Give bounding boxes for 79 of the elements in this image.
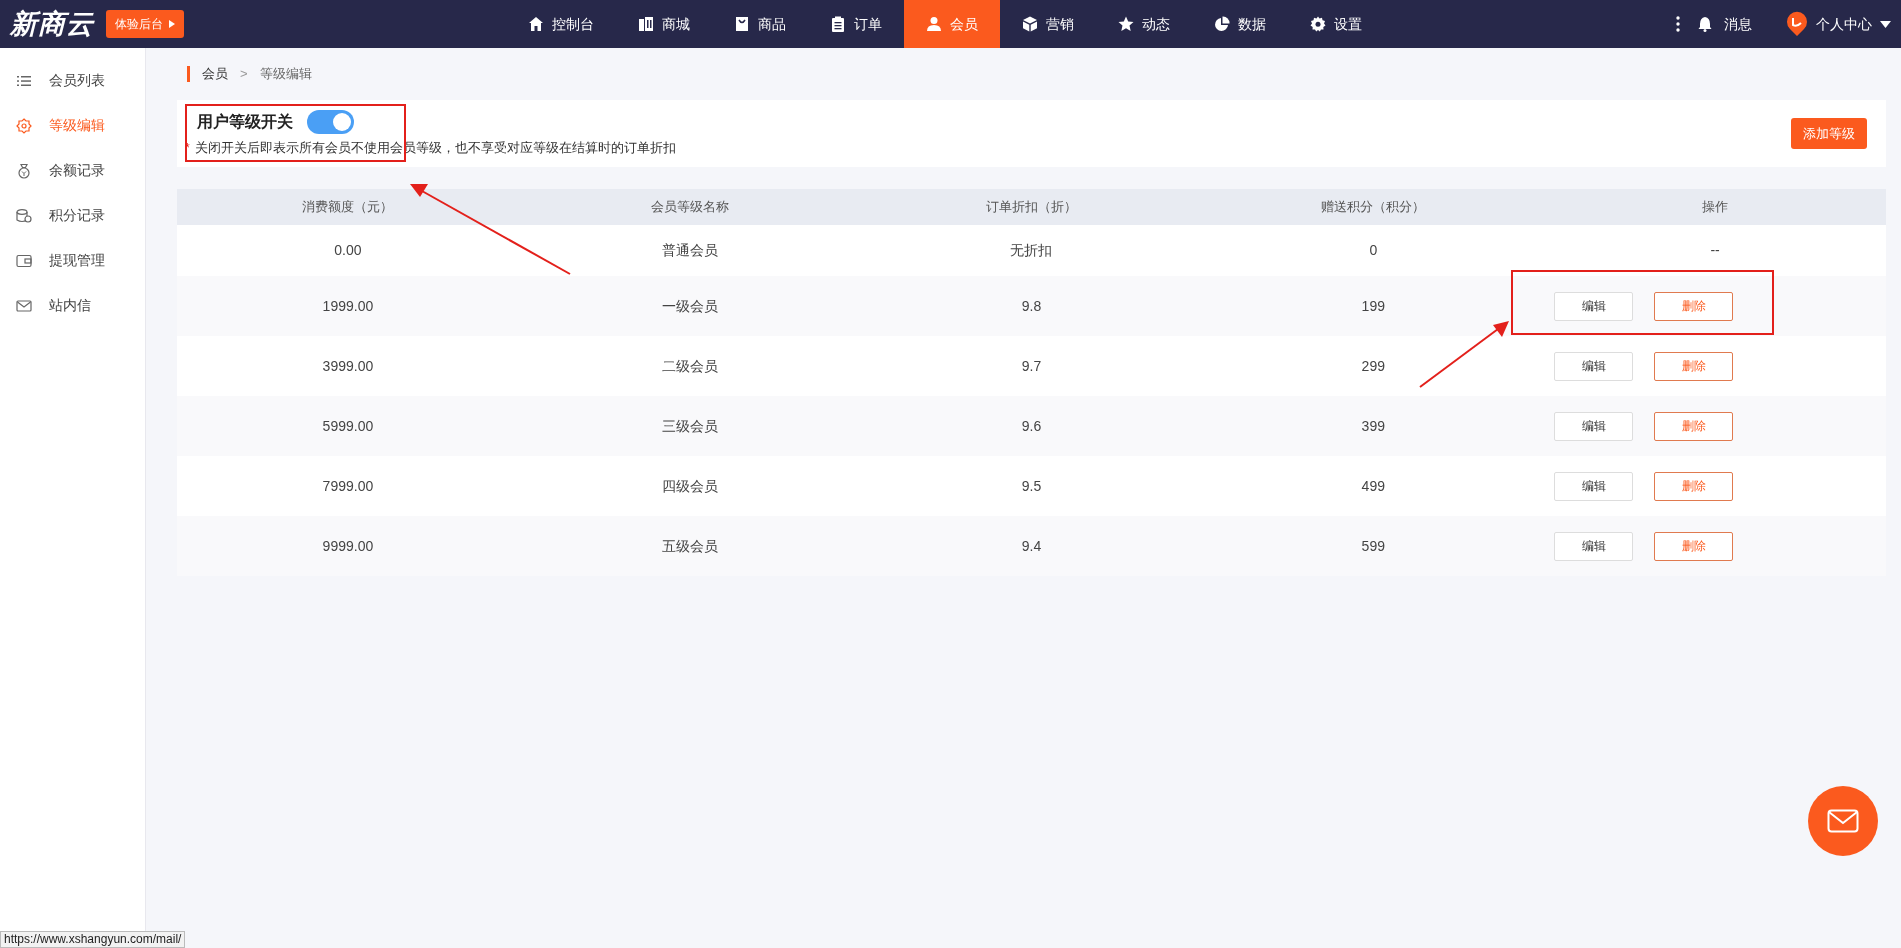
nav-tab[interactable]: 订单 — [808, 0, 904, 48]
edit-button[interactable]: 编辑 — [1554, 531, 1634, 561]
toggle-switch[interactable] — [307, 109, 354, 134]
money-bag-icon — [16, 162, 32, 179]
sidebar-item[interactable]: 会员列表 — [0, 58, 145, 103]
table-cell-text: 7999.00 — [322, 476, 374, 496]
table-cell-text: 三级会员 — [661, 416, 718, 436]
cube-icon — [1022, 16, 1038, 32]
nav-tab[interactable]: 控制台 — [506, 0, 616, 48]
table-cell-text: 499 — [1361, 476, 1385, 496]
nav-tab[interactable]: 营销 — [1000, 0, 1096, 48]
nav-tab[interactable]: 设置 — [1288, 0, 1384, 48]
clipboard-icon — [830, 16, 846, 32]
messages-link[interactable]: 消息 — [1698, 13, 1752, 35]
table-cell-text: 普通会员 — [661, 241, 718, 260]
column-header: 赠送积分（积分） — [1320, 198, 1427, 217]
breadcrumb-marker — [187, 66, 190, 82]
switch-hint: 关闭开关后即表示所有会员不使用会员等级，也不享受对应等级在结算时的订单折扣 — [194, 138, 676, 157]
building-icon — [638, 16, 654, 32]
table-cell-text: 9.7 — [1021, 356, 1042, 376]
pie-chart-icon — [1214, 16, 1230, 32]
edit-button[interactable]: 编辑 — [1554, 411, 1634, 441]
table-cell-text: 9.5 — [1021, 476, 1042, 496]
mail-icon — [1827, 809, 1859, 833]
user-menu[interactable]: 个人中心 — [1786, 11, 1891, 37]
table-cell-text: 无折扣 — [1010, 241, 1053, 260]
table-cell-text: 四级会员 — [661, 476, 718, 496]
sidebar-item[interactable]: 余额记录 — [0, 148, 145, 193]
edit-button[interactable]: 编辑 — [1554, 351, 1634, 381]
column-header: 消费额度（元） — [301, 198, 395, 217]
coins-icon — [16, 207, 32, 224]
breadcrumb-link[interactable]: 会员 — [202, 64, 228, 84]
edit-button[interactable]: 编辑 — [1554, 291, 1634, 321]
table-cell-text: 五级会员 — [661, 536, 718, 556]
table-cell-text: 9.6 — [1021, 416, 1042, 436]
table-cell-text: 9999.00 — [322, 536, 374, 556]
column-header: 操作 — [1701, 198, 1730, 217]
table-cell-text: 599 — [1361, 536, 1385, 556]
logo: 新商云 — [10, 7, 94, 41]
table-cell-text: -- — [1710, 241, 1720, 260]
status-url: https://www.xshangyun.com/mail/ — [0, 931, 186, 948]
nav-tab[interactable]: 数据 — [1192, 0, 1288, 48]
table-cell-text: 9.4 — [1021, 536, 1042, 556]
bell-icon — [1698, 16, 1712, 32]
home-icon — [528, 16, 544, 32]
column-header: 会员等级名称 — [649, 198, 730, 217]
more-icon[interactable] — [1676, 16, 1680, 32]
table-cell-text: 一级会员 — [661, 296, 718, 316]
table-cell-text: 199 — [1361, 296, 1385, 316]
table-cell-text: 299 — [1361, 356, 1385, 376]
sidebar-item[interactable]: 积分记录 — [0, 193, 145, 238]
breadcrumb-separator: > — [240, 65, 248, 84]
table-cell-text: 0 — [1369, 241, 1378, 260]
star-icon — [1118, 16, 1134, 32]
table-cell-text: 二级会员 — [661, 356, 718, 376]
user-icon — [926, 16, 942, 32]
column-header: 订单折扣（折） — [985, 198, 1078, 217]
sidebar-item[interactable]: 站内信 — [0, 283, 145, 328]
nav-tab[interactable]: 商品 — [712, 0, 808, 48]
caret-icon — [1880, 20, 1891, 28]
table-cell-text: 0.00 — [334, 241, 362, 260]
caret-icon — [169, 20, 175, 28]
settings-icon — [1310, 16, 1326, 32]
table-cell-text: 399 — [1361, 416, 1385, 436]
bag-icon — [734, 16, 750, 32]
mail-icon — [16, 297, 32, 314]
sidebar-item[interactable]: 提现管理 — [0, 238, 145, 283]
edit-button[interactable]: 编辑 — [1554, 471, 1634, 501]
badge-icon — [16, 117, 32, 134]
table-cell-text: 5999.00 — [322, 416, 374, 436]
avatar-icon — [1786, 11, 1808, 37]
nav-tab[interactable]: 商城 — [616, 0, 712, 48]
table-cell-text: 1999.00 — [322, 296, 374, 316]
table-cell-text: 9.8 — [1021, 296, 1042, 316]
breadcrumb-link[interactable]: 等级编辑 — [259, 64, 312, 84]
table-cell-text: 3999.00 — [322, 356, 374, 376]
wallet-icon — [16, 252, 32, 269]
nav-tab[interactable]: 动态 — [1096, 0, 1192, 48]
switch-title: 用户等级开关 — [197, 111, 293, 132]
